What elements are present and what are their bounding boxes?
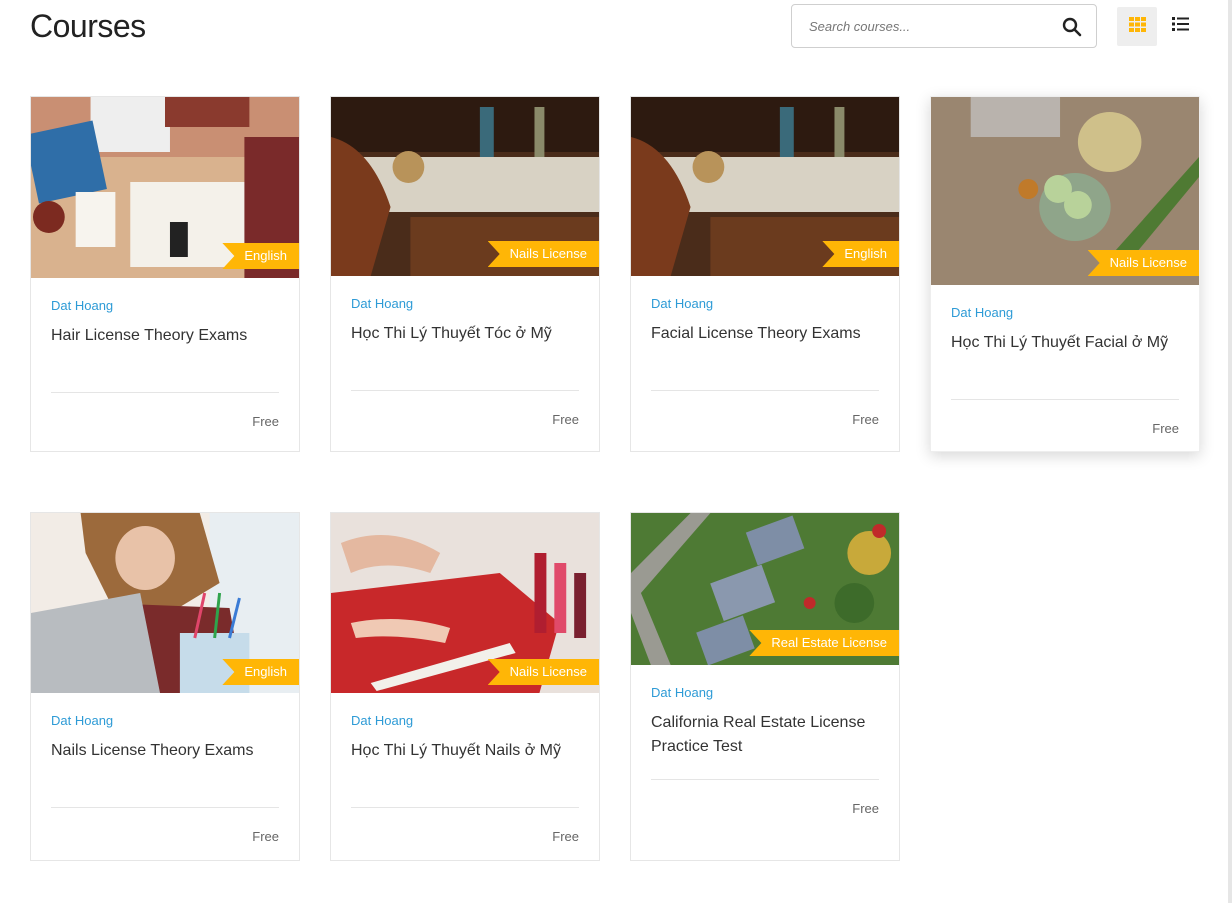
list-view-button[interactable] xyxy=(1162,7,1198,46)
author-link[interactable]: Dat Hoang xyxy=(51,298,279,313)
course-title[interactable]: Học Thi Lý Thuyết Nails ở Mỹ xyxy=(351,739,579,763)
price-label: Free xyxy=(252,414,279,429)
course-thumbnail[interactable]: Nails License xyxy=(331,513,599,693)
author-link[interactable]: Dat Hoang xyxy=(951,305,1179,320)
category-ribbon[interactable]: Nails License xyxy=(1087,250,1199,276)
grid-icon xyxy=(1128,16,1146,37)
divider xyxy=(351,807,579,808)
course-card[interactable]: Nails License Dat Hoang Học Thi Lý Thuyế… xyxy=(930,96,1200,452)
price-label: Free xyxy=(552,412,579,427)
course-title[interactable]: Học Thi Lý Thuyết Tóc ở Mỹ xyxy=(351,322,579,346)
course-title[interactable]: Học Thi Lý Thuyết Facial ở Mỹ xyxy=(951,331,1179,355)
search-input[interactable] xyxy=(792,5,1052,47)
course-title[interactable]: Hair License Theory Exams xyxy=(51,324,279,348)
price-label: Free xyxy=(252,829,279,844)
divider xyxy=(651,779,879,780)
course-title[interactable]: Facial License Theory Exams xyxy=(651,322,879,346)
page-scrollbar[interactable] xyxy=(1228,0,1232,903)
category-ribbon[interactable]: Nails License xyxy=(487,659,599,685)
author-link[interactable]: Dat Hoang xyxy=(51,713,279,728)
divider xyxy=(651,390,879,391)
course-thumbnail[interactable]: English xyxy=(631,97,899,276)
grid-view-button[interactable] xyxy=(1117,7,1157,46)
course-thumbnail[interactable]: Nails License xyxy=(931,97,1199,285)
category-ribbon[interactable]: Nails License xyxy=(487,241,599,267)
author-link[interactable]: Dat Hoang xyxy=(351,296,579,311)
course-title[interactable]: California Real Estate License Practice … xyxy=(651,711,879,759)
course-card[interactable]: English Dat Hoang Facial License Theory … xyxy=(630,96,900,452)
divider xyxy=(51,392,279,393)
price-label: Free xyxy=(552,829,579,844)
course-thumbnail[interactable]: Nails License xyxy=(331,97,599,276)
course-card[interactable]: English Dat Hoang Hair License Theory Ex… xyxy=(30,96,300,452)
course-card[interactable]: English Dat Hoang Nails License Theory E… xyxy=(30,512,300,861)
divider xyxy=(51,807,279,808)
course-card[interactable]: Nails License Dat Hoang Học Thi Lý Thuyế… xyxy=(330,512,600,861)
divider xyxy=(351,390,579,391)
author-link[interactable]: Dat Hoang xyxy=(651,685,879,700)
search-box xyxy=(791,4,1097,48)
course-thumbnail[interactable]: English xyxy=(31,97,299,278)
course-card[interactable]: Nails License Dat Hoang Học Thi Lý Thuyế… xyxy=(330,96,600,452)
price-label: Free xyxy=(1152,421,1179,436)
author-link[interactable]: Dat Hoang xyxy=(651,296,879,311)
divider xyxy=(951,399,1179,400)
category-ribbon[interactable]: Real Estate License xyxy=(749,630,899,656)
course-title[interactable]: Nails License Theory Exams xyxy=(51,739,279,763)
list-icon xyxy=(1171,17,1189,36)
price-label: Free xyxy=(852,412,879,427)
course-thumbnail[interactable]: English xyxy=(31,513,299,693)
price-label: Free xyxy=(852,801,879,816)
page-title: Courses xyxy=(30,8,146,44)
course-card[interactable]: Real Estate License Dat Hoang California… xyxy=(630,512,900,861)
search-icon[interactable] xyxy=(1062,17,1082,37)
course-thumbnail[interactable]: Real Estate License xyxy=(631,513,899,665)
author-link[interactable]: Dat Hoang xyxy=(351,713,579,728)
